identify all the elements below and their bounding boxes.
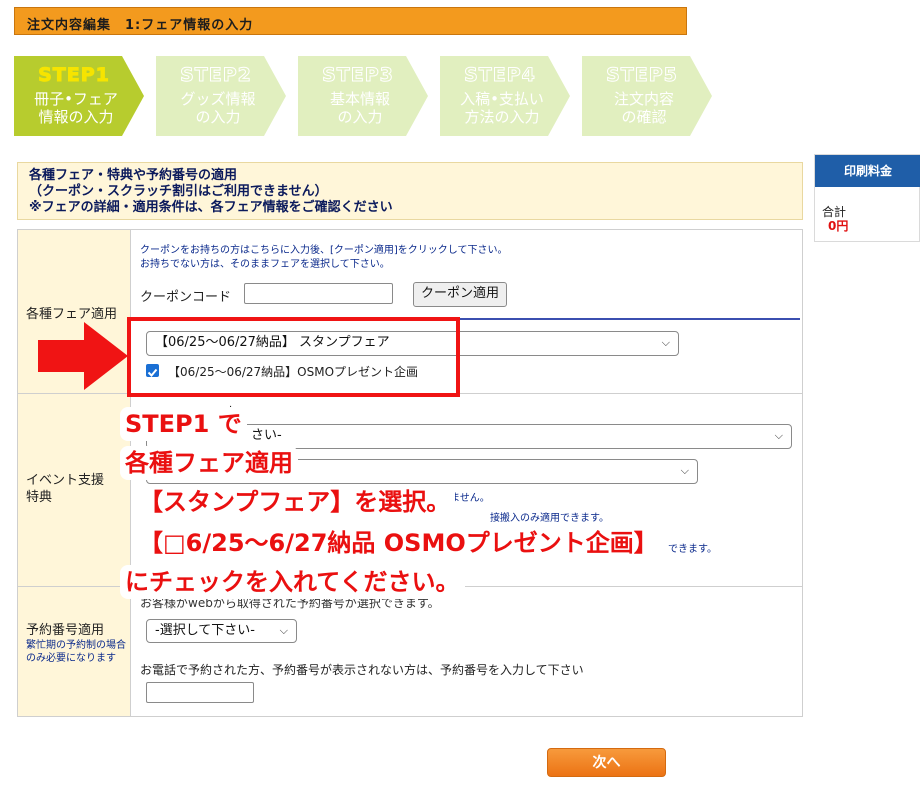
page-header: 注文内容編集 1:フェア情報の入力 <box>14 7 687 35</box>
chevron-down-icon: ⌵ <box>279 624 288 637</box>
price-total-value: 0円 <box>828 219 849 233</box>
info-line-2: （クーポン・スクラッチ割引はご利用できません） <box>29 184 328 199</box>
price-panel: 印刷料金 合計 0円 <box>814 154 920 242</box>
event-note-fragment-2: 接搬入のみ適用できます。 <box>490 513 609 524</box>
red-arrow-icon <box>38 322 128 390</box>
reserve-row-sublabel: 繁忙期の予約制の場合のみ必要になります <box>26 640 126 664</box>
annotation-line-1: STEP1 で <box>120 407 247 441</box>
step-5-label: 注文内容 の確認 <box>613 90 674 126</box>
step-5: STEP5 注文内容 の確認 <box>582 56 724 136</box>
event-select-1-value: さい- <box>251 428 282 443</box>
step-1-number: STEP1 <box>38 64 110 87</box>
annotation-line-5: にチェックを入れてください。 <box>120 565 465 599</box>
step-2-number: STEP2 <box>180 64 252 87</box>
step-2: STEP2 グッズ情報 の入力 <box>156 56 298 136</box>
step-3-number: STEP3 <box>322 64 394 87</box>
fair-info-box: 各種フェア・特典や予約番号の適用 （クーポン・スクラッチ割引はご利用できません）… <box>17 162 803 220</box>
next-button[interactable]: 次へ <box>547 748 666 777</box>
coupon-code-input[interactable] <box>244 283 393 304</box>
step-3: STEP3 基本情報 の入力 <box>298 56 440 136</box>
step-4-label: 入稿•支払い 方法の入力 <box>460 90 544 126</box>
step-4: STEP4 入稿•支払い 方法の入力 <box>440 56 582 136</box>
chevron-down-icon: ⌵ <box>680 464 689 477</box>
reserve-row-label: 予約番号適用 <box>26 623 105 638</box>
annotation-line-2: 各種フェア適用 <box>120 446 298 480</box>
price-panel-title: 印刷料金 <box>815 155 920 187</box>
reserve-select[interactable]: -選択して下さい- ⌵ <box>146 619 297 643</box>
reserve-number-input[interactable] <box>146 682 254 703</box>
event-row-label: イベント支援 特典 <box>26 473 105 505</box>
coupon-note-1: クーポンをお持ちの方はこちらに入力後、[クーポン適用]をクリックして下さい。 <box>140 245 508 256</box>
coupon-note-2: お持ちでない方は、そのままフェアを選択して下さい。 <box>140 259 390 270</box>
chevron-down-icon: ⌵ <box>774 429 783 442</box>
page-title: 注文内容編集 1:フェア情報の入力 <box>27 18 254 33</box>
coupon-code-label: クーポンコード <box>140 290 232 305</box>
step-2-label: グッズ情報 の入力 <box>180 90 256 126</box>
event-note-fragment-1: ません。 <box>450 493 490 504</box>
info-line-1: 各種フェア・特典や予約番号の適用 <box>29 168 238 183</box>
annotation-line-4: 【□6/25～6/27納品 OSMOプレゼント企画】 <box>134 526 663 560</box>
step-1-label: 冊子•フェア 情報の入力 <box>34 90 118 126</box>
fair-row-label: 各種フェア適用 <box>26 307 118 322</box>
reserve-select-value: -選択して下さい- <box>155 623 255 638</box>
annotation-line-3: 【スタンプフェア】を選択。 <box>134 485 456 519</box>
step-4-number: STEP4 <box>464 64 536 87</box>
coupon-apply-button[interactable]: クーポン適用 <box>413 282 507 307</box>
highlight-box <box>127 317 460 397</box>
event-note-fragment-3: できます。 <box>668 544 717 555</box>
step-3-label: 基本情報 の入力 <box>329 90 390 126</box>
step-1: STEP1 冊子•フェア 情報の入力 <box>14 56 156 136</box>
reserve-phone-note: お電話で予約された方、予約番号が表示されない方は、予約番号を入力して下さい <box>140 663 584 677</box>
step-5-number: STEP5 <box>606 64 678 87</box>
info-line-3: ※フェアの詳細・適用条件は、各フェア情報をご確認ください <box>29 200 393 215</box>
chevron-down-icon: ⌵ <box>661 336 670 349</box>
